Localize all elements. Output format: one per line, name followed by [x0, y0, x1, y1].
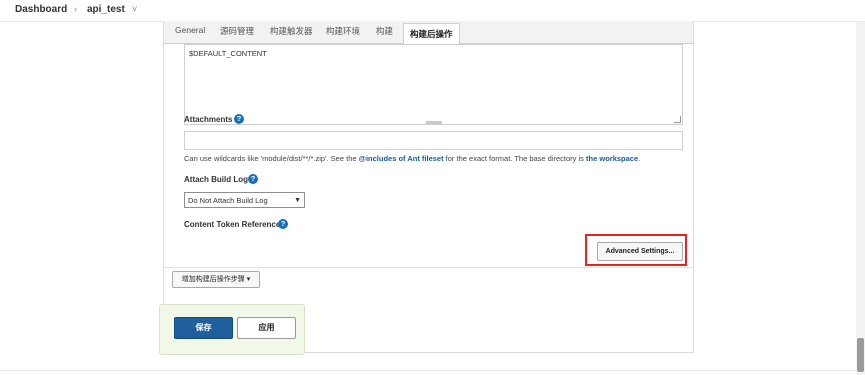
- attach-build-log-selected: Do Not Attach Build Log: [188, 196, 268, 205]
- attach-build-log-select[interactable]: Do Not Attach Build Log ▼: [184, 192, 305, 208]
- footer-divider: [0, 370, 856, 371]
- tab-build-triggers[interactable]: 构建触发器: [270, 25, 313, 37]
- advanced-settings-highlight: Advanced Settings...: [585, 234, 687, 266]
- attachments-hint: Can use wildcards like 'module/dist/**/*…: [184, 154, 640, 163]
- save-button[interactable]: 保存: [174, 317, 233, 339]
- attachments-input[interactable]: [184, 131, 683, 150]
- config-tabs: General 源码管理 构建触发器 构建环境 构建 构建后操作: [164, 21, 693, 45]
- attachments-label: Attachments: [184, 115, 233, 124]
- attach-build-log-label: Attach Build Log: [184, 175, 248, 184]
- apply-button[interactable]: 应用: [237, 317, 296, 339]
- content-token-reference-help-icon[interactable]: ?: [278, 219, 288, 229]
- breadcrumb-api-test[interactable]: api_test: [87, 4, 125, 15]
- default-content-value: $DEFAULT_CONTENT: [189, 49, 267, 58]
- attachments-hint-text-2: for the exact format. The base directory…: [443, 154, 587, 163]
- tab-source-management[interactable]: 源码管理: [220, 25, 254, 37]
- tab-general[interactable]: General: [175, 25, 205, 35]
- breadcrumb-dropdown-icon[interactable]: ˅: [132, 4, 137, 14]
- save-bar: 保存 应用: [159, 304, 305, 355]
- tab-build-environment[interactable]: 构建环境: [326, 25, 360, 37]
- tab-post-build-actions[interactable]: 构建后操作: [403, 23, 460, 45]
- breadcrumb-separator-icon: ›: [74, 4, 77, 14]
- breadcrumb-dashboard[interactable]: Dashboard: [15, 4, 67, 15]
- workspace-link[interactable]: the workspace: [586, 154, 638, 163]
- attachments-help-icon[interactable]: ?: [234, 114, 244, 124]
- textarea-drag-handle[interactable]: [426, 121, 442, 124]
- breadcrumb: Dashboard › api_test ˅: [0, 0, 865, 22]
- attach-build-log-help-icon[interactable]: ?: [248, 174, 258, 184]
- attachments-hint-end: .: [638, 154, 641, 163]
- tab-build[interactable]: 构建: [376, 25, 393, 37]
- page-scrollbar-thumb[interactable]: [857, 338, 864, 372]
- advanced-settings-button[interactable]: Advanced Settings...: [597, 242, 683, 261]
- page-scrollbar[interactable]: [856, 22, 865, 375]
- chevron-down-icon: ▼: [294, 197, 301, 204]
- ant-fileset-link[interactable]: @includes of Ant fileset: [359, 154, 444, 163]
- default-content-textarea[interactable]: $DEFAULT_CONTENT: [184, 44, 683, 125]
- attachments-hint-text: Can use wildcards like 'module/dist/**/*…: [184, 154, 359, 163]
- section-divider: [164, 267, 693, 268]
- textarea-resize-icon[interactable]: [674, 116, 681, 123]
- content-token-reference-label: Content Token Reference: [184, 220, 281, 229]
- add-post-build-step-button[interactable]: 增加构建后操作步骤 ▾: [172, 271, 260, 288]
